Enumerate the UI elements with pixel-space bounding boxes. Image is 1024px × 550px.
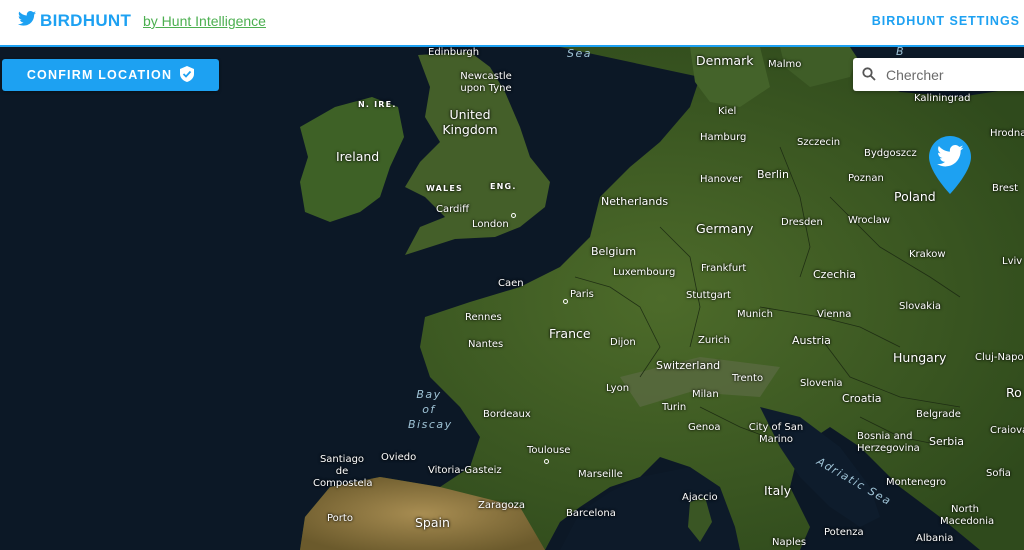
- country-slovakia: Slovakia: [899, 301, 941, 312]
- country-croatia: Croatia: [842, 392, 882, 405]
- country-czechia: Czechia: [813, 268, 857, 281]
- country-austria: Austria: [792, 334, 831, 347]
- brand-name: BIRDHUNT: [40, 11, 132, 30]
- city-trento: Trento: [732, 373, 764, 384]
- country-montenegro: Montenegro: [886, 477, 947, 488]
- city-bydgoszcz: Bydgoszcz: [864, 148, 917, 159]
- top-bar: BIRDHUNT by Hunt Intelligence BIRDHUNT S…: [0, 0, 1024, 47]
- city-san-marino: City of San Marino: [748, 422, 804, 445]
- baltic-sea-label: B: [896, 47, 906, 58]
- city-cluj: Cluj-Napoc: [975, 352, 1024, 363]
- country-germany: Germany: [696, 221, 754, 236]
- city-cardiff: Cardiff: [436, 204, 470, 215]
- settings-link[interactable]: BIRDHUNT SETTINGS: [872, 14, 1020, 28]
- city-szczecin: Szczecin: [797, 137, 841, 148]
- city-wroclaw: Wroclaw: [848, 215, 891, 226]
- region-wales: WALES: [426, 184, 463, 193]
- country-spain: Spain: [415, 515, 450, 530]
- city-munich: Munich: [737, 309, 773, 320]
- twitter-bird-icon: [18, 11, 36, 31]
- map-search-box[interactable]: [853, 58, 1024, 91]
- country-bosnia: Bosnia and Herzegovina: [857, 431, 920, 454]
- city-nantes: Nantes: [468, 339, 504, 350]
- city-hamburg: Hamburg: [700, 132, 747, 143]
- city-krakow: Krakow: [909, 249, 946, 260]
- city-marseille: Marseille: [578, 469, 623, 480]
- city-genoa: Genoa: [688, 422, 721, 433]
- city-belgrade: Belgrade: [916, 409, 961, 420]
- city-sofia: Sofia: [986, 468, 1011, 479]
- country-serbia: Serbia: [929, 435, 965, 448]
- city-milan: Milan: [692, 389, 719, 400]
- shield-check-icon: [180, 65, 195, 85]
- city-dot: [563, 299, 568, 304]
- city-dot: [544, 459, 549, 464]
- north-sea-label: Sea: [567, 47, 592, 60]
- city-potenza: Potenza: [824, 527, 864, 538]
- city-frankfurt: Frankfurt: [701, 263, 747, 274]
- city-lviv: Lviv: [1002, 256, 1023, 267]
- region-eng: ENG.: [490, 182, 517, 191]
- search-icon: [862, 67, 876, 86]
- confirm-location-label: CONFIRM LOCATION: [26, 68, 173, 82]
- country-netherlands: Netherlands: [601, 195, 669, 208]
- map-terrain: [0, 47, 1024, 550]
- city-hanover: Hanover: [700, 174, 743, 185]
- country-slovenia: Slovenia: [800, 378, 843, 389]
- city-lyon: Lyon: [606, 383, 630, 394]
- city-barcelona: Barcelona: [566, 508, 616, 519]
- city-turin: Turin: [662, 402, 687, 413]
- search-input[interactable]: [884, 64, 1024, 86]
- city-paris: Paris: [570, 289, 594, 300]
- byline-link[interactable]: by Hunt Intelligence: [143, 13, 266, 29]
- city-london: London: [472, 219, 509, 230]
- country-belgium: Belgium: [591, 245, 637, 258]
- country-albania: Albania: [916, 533, 954, 544]
- city-caen: Caen: [498, 278, 524, 289]
- brand[interactable]: BIRDHUNT: [18, 11, 131, 31]
- city-kiel: Kiel: [718, 106, 737, 117]
- city-vitoria: Vitoria-Gasteiz: [428, 465, 502, 476]
- city-craiova: Craiova: [990, 425, 1024, 436]
- bay-of-biscay-label: Bay of Biscay: [408, 388, 453, 431]
- city-vienna: Vienna: [817, 309, 852, 320]
- city-zurich: Zurich: [698, 335, 730, 346]
- city-rennes: Rennes: [465, 312, 502, 323]
- country-north-macedonia: North Macedonia: [940, 504, 995, 527]
- city-toulouse: Toulouse: [527, 445, 571, 456]
- city-brest: Brest: [992, 183, 1019, 194]
- city-porto: Porto: [327, 513, 353, 524]
- city-malmo: Malmo: [768, 59, 802, 70]
- satellite-map[interactable]: Sea B Bay of Biscay Adriatic Sea N. IRE.…: [0, 47, 1024, 550]
- country-ireland: Ireland: [336, 149, 380, 164]
- confirm-location-button[interactable]: CONFIRM LOCATION: [2, 59, 219, 91]
- city-stuttgart: Stuttgart: [686, 290, 731, 301]
- country-hungary: Hungary: [893, 350, 947, 365]
- city-edinburgh: Edinburgh: [428, 47, 480, 58]
- country-france: France: [549, 326, 591, 341]
- country-luxembourg: Luxembourg: [613, 267, 676, 278]
- country-united-kingdom: United Kingdom: [442, 107, 498, 137]
- city-zaragoza: Zaragoza: [478, 500, 526, 511]
- country-italy: Italy: [764, 483, 792, 498]
- city-hrodna: Hrodna: [990, 128, 1024, 139]
- city-naples: Naples: [772, 537, 807, 548]
- city-romania: Ro: [1006, 385, 1022, 400]
- city-santiago: Santiago de Compostela: [313, 454, 373, 489]
- city-newcastle: Newcastle upon Tyne: [460, 71, 512, 94]
- city-ajaccio: Ajaccio: [682, 492, 718, 503]
- region-n-ire: N. IRE.: [358, 100, 397, 109]
- city-bordeaux: Bordeaux: [483, 409, 531, 420]
- city-kaliningrad: Kaliningrad: [914, 93, 971, 104]
- city-poznan: Poznan: [848, 173, 884, 184]
- city-berlin: Berlin: [757, 168, 789, 181]
- city-dot: [511, 213, 516, 218]
- city-oviedo: Oviedo: [381, 452, 417, 463]
- city-dresden: Dresden: [781, 217, 823, 228]
- city-dijon: Dijon: [610, 337, 636, 348]
- country-denmark: Denmark: [696, 53, 754, 68]
- country-switzerland: Switzerland: [656, 359, 721, 372]
